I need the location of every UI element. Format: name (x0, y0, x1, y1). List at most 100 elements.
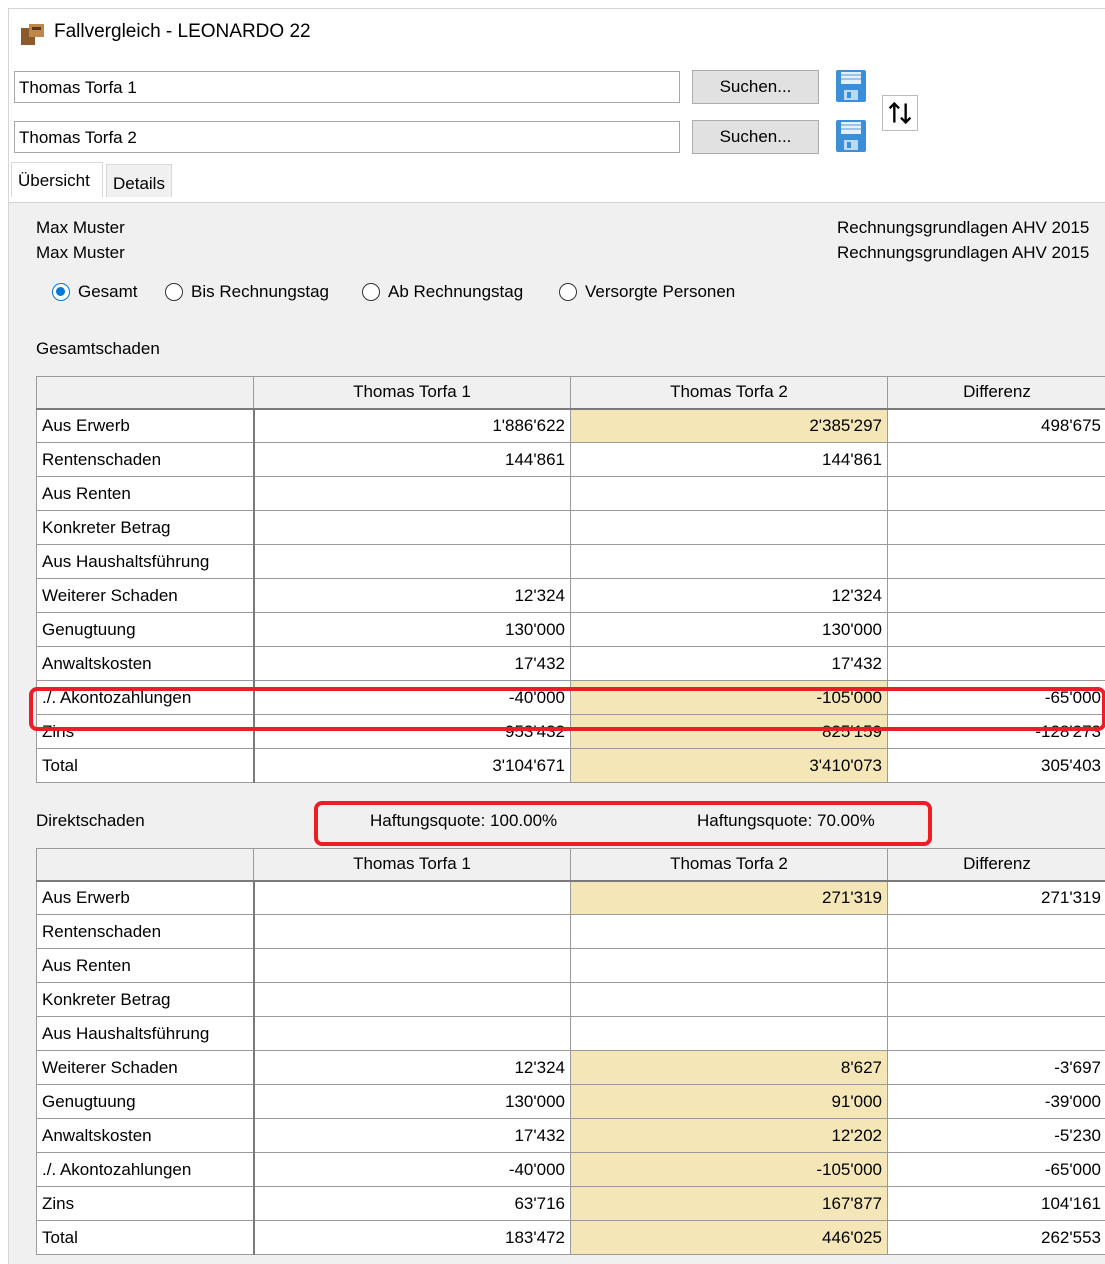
value-differenz (888, 579, 1105, 613)
table-row: Aus Renten (37, 949, 1105, 983)
value-case2: 12'324 (571, 579, 888, 613)
value-case1 (254, 1017, 571, 1051)
table-row: Genugtuung130'000130'000 (37, 613, 1105, 647)
swap-up-down-icon[interactable] (882, 95, 918, 131)
tab-uebersicht[interactable]: Übersicht (11, 162, 103, 197)
row-label: Anwaltskosten (37, 647, 254, 681)
direktschaden-table: Thomas Torfa 1 Thomas Torfa 2 Differenz … (36, 848, 1105, 1255)
floppy-disk-icon[interactable] (835, 69, 867, 103)
value-case2 (571, 545, 888, 579)
value-differenz: -3'697 (888, 1051, 1105, 1085)
table-row: Rentenschaden144'861144'861 (37, 443, 1105, 477)
value-case1: 183'472 (254, 1221, 571, 1255)
value-case1 (254, 545, 571, 579)
section-label-gesamtschaden: Gesamtschaden (36, 339, 160, 359)
calc-basis-1: Rechnungsgrundlagen AHV 2015 (837, 218, 1089, 238)
value-case2 (571, 983, 888, 1017)
column-header-differenz: Differenz (888, 849, 1105, 881)
annotation-highlight-akontozahlungen (29, 687, 1105, 731)
value-case1: 3'104'671 (254, 749, 571, 783)
radio-label: Bis Rechnungstag (191, 282, 329, 302)
value-case1: 17'432 (254, 1119, 571, 1153)
value-case1: 12'324 (254, 579, 571, 613)
value-case1: 12'324 (254, 1051, 571, 1085)
value-differenz (888, 983, 1105, 1017)
table-row: Aus Haushaltsführung (37, 1017, 1105, 1051)
case2-value: Thomas Torfa 2 (19, 128, 137, 147)
column-header-case2: Thomas Torfa 2 (571, 377, 888, 409)
table-row: ./. Akontozahlungen-40'000-105'000-65'00… (37, 1153, 1105, 1187)
radio-ab-rechnungstag[interactable]: Ab Rechnungstag (362, 281, 523, 303)
value-differenz: 104'161 (888, 1187, 1105, 1221)
radio-versorgte-personen[interactable]: Versorgte Personen (559, 281, 735, 303)
value-case2: 12'202 (571, 1119, 888, 1153)
row-label: Konkreter Betrag (37, 511, 254, 545)
value-differenz: 271'319 (888, 881, 1105, 915)
radio-label: Versorgte Personen (585, 282, 735, 302)
row-label: Rentenschaden (37, 443, 254, 477)
table-row: Genugtuung130'00091'000-39'000 (37, 1085, 1105, 1119)
value-case2 (571, 511, 888, 545)
table-row: Aus Erwerb1'886'6222'385'297498'675 (37, 409, 1105, 443)
row-label: Aus Erwerb (37, 409, 254, 443)
person-name-2: Max Muster (36, 243, 125, 263)
value-differenz (888, 1017, 1105, 1051)
value-case1 (254, 949, 571, 983)
window-title: Fallvergleich - LEONARDO 22 (54, 21, 311, 43)
table-row: Aus Erwerb271'319271'319 (37, 881, 1105, 915)
case1-input[interactable]: Thomas Torfa 1 (14, 71, 680, 103)
value-differenz (888, 949, 1105, 983)
case1-search-button[interactable]: Suchen... (692, 70, 819, 104)
value-differenz: -5'230 (888, 1119, 1105, 1153)
table-row: Zins63'716167'877104'161 (37, 1187, 1105, 1221)
row-label: Total (37, 749, 254, 783)
leonardo-app-icon (20, 22, 46, 46)
tab-details[interactable]: Details (106, 164, 172, 197)
radio-unselected-icon (559, 283, 577, 301)
value-case2: -105'000 (571, 1153, 888, 1187)
floppy-disk-icon[interactable] (835, 119, 867, 153)
value-differenz (888, 647, 1105, 681)
case2-input[interactable]: Thomas Torfa 2 (14, 121, 680, 153)
value-case2: 271'319 (571, 881, 888, 915)
value-case1 (254, 477, 571, 511)
person-name-1: Max Muster (36, 218, 125, 238)
column-header-differenz: Differenz (888, 377, 1105, 409)
row-label: Aus Renten (37, 949, 254, 983)
radio-bis-rechnungstag[interactable]: Bis Rechnungstag (165, 281, 329, 303)
table-row: Konkreter Betrag (37, 983, 1105, 1017)
row-label: Genugtuung (37, 1085, 254, 1119)
value-case2: 2'385'297 (571, 409, 888, 443)
value-case2 (571, 949, 888, 983)
value-case1 (254, 881, 571, 915)
value-case2: 167'877 (571, 1187, 888, 1221)
table-row: Anwaltskosten17'43217'432 (37, 647, 1105, 681)
row-label: Weiterer Schaden (37, 1051, 254, 1085)
value-differenz: -39'000 (888, 1085, 1105, 1119)
table-row: Anwaltskosten17'43212'202-5'230 (37, 1119, 1105, 1153)
table-row: Rentenschaden (37, 915, 1105, 949)
row-label: Zins (37, 1187, 254, 1221)
overview-panel: Max Muster Max Muster Rechnungsgrundlage… (9, 203, 1105, 1264)
value-differenz: -65'000 (888, 1153, 1105, 1187)
value-case1 (254, 915, 571, 949)
value-case1 (254, 511, 571, 545)
row-label: Weiterer Schaden (37, 579, 254, 613)
value-case2: 91'000 (571, 1085, 888, 1119)
column-header-label (37, 849, 254, 881)
calc-basis-2: Rechnungsgrundlagen AHV 2015 (837, 243, 1089, 263)
value-differenz (888, 511, 1105, 545)
value-case1: 130'000 (254, 613, 571, 647)
section-label-direktschaden: Direktschaden (36, 811, 145, 831)
fallvergleich-window: Fallvergleich - LEONARDO 22 Thomas Torfa… (8, 8, 1105, 1264)
row-label: Genugtuung (37, 613, 254, 647)
value-differenz: 262'553 (888, 1221, 1105, 1255)
value-case2 (571, 477, 888, 511)
radio-gesamt[interactable]: Gesamt (52, 281, 138, 303)
table-row: Total183'472446'025262'553 (37, 1221, 1105, 1255)
case2-search-button[interactable]: Suchen... (692, 120, 819, 154)
value-case1: 63'716 (254, 1187, 571, 1221)
value-case2: 8'627 (571, 1051, 888, 1085)
table-row: Konkreter Betrag (37, 511, 1105, 545)
value-case1: 130'000 (254, 1085, 571, 1119)
